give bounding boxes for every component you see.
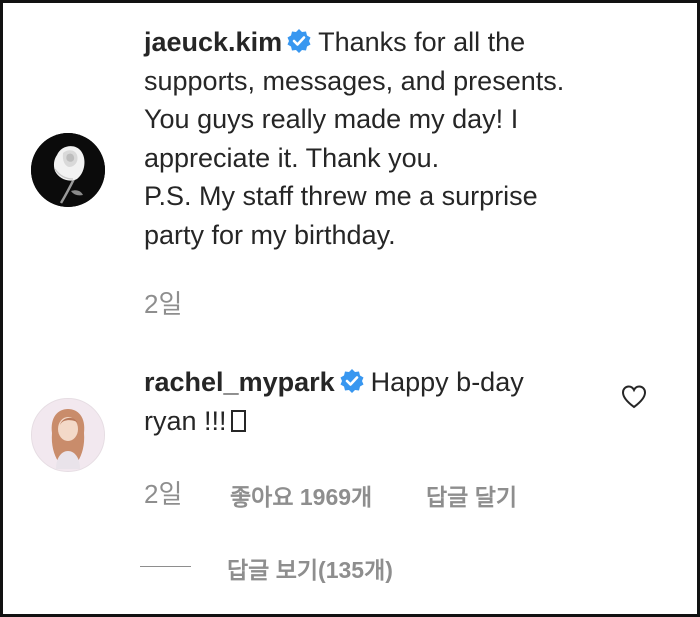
comment-text-line: supports, messages, and presents. bbox=[144, 65, 565, 96]
comment-text-line: party for my birthday. bbox=[144, 219, 396, 250]
comment-text-line: You guys really made my day! I bbox=[144, 104, 519, 134]
woman-portrait-icon bbox=[32, 399, 104, 471]
username-link[interactable]: rachel_mypark bbox=[144, 367, 335, 397]
white-rose-icon bbox=[31, 133, 105, 207]
reply-button[interactable]: 답글 달기 bbox=[426, 478, 517, 512]
divider-line bbox=[140, 566, 191, 567]
comment-text-line: Thanks for all the bbox=[318, 27, 526, 57]
verified-badge-icon bbox=[340, 369, 364, 394]
likes-count-button[interactable]: 좋아요 1969개 bbox=[230, 478, 372, 512]
comment-text-line: P.S. My staff threw me a surprise bbox=[144, 181, 538, 211]
missing-emoji-icon bbox=[230, 409, 246, 432]
comment-timestamp[interactable]: 2일 bbox=[144, 474, 182, 511]
comment-body: jaeuck.kim Thanks for all the supports, … bbox=[144, 23, 614, 254]
verified-badge-icon bbox=[287, 29, 311, 54]
avatar[interactable] bbox=[31, 398, 105, 472]
comment-timestamp[interactable]: 2일 bbox=[144, 284, 182, 321]
comment-text-line: appreciate it. Thank you. bbox=[144, 142, 440, 173]
username-link[interactable]: jaeuck.kim bbox=[144, 27, 282, 57]
comment-text-line: Happy b-day bbox=[370, 367, 524, 397]
avatar[interactable] bbox=[31, 133, 105, 207]
like-heart-icon[interactable] bbox=[620, 383, 648, 411]
comment-panel: jaeuck.kim Thanks for all the supports, … bbox=[0, 0, 700, 617]
comment-body: rachel_mypark Happy b-day ryan !!! bbox=[144, 363, 584, 440]
view-replies-button[interactable]: 답글 보기(135개) bbox=[227, 551, 393, 585]
comment-text-line: ryan !!! bbox=[144, 405, 227, 436]
